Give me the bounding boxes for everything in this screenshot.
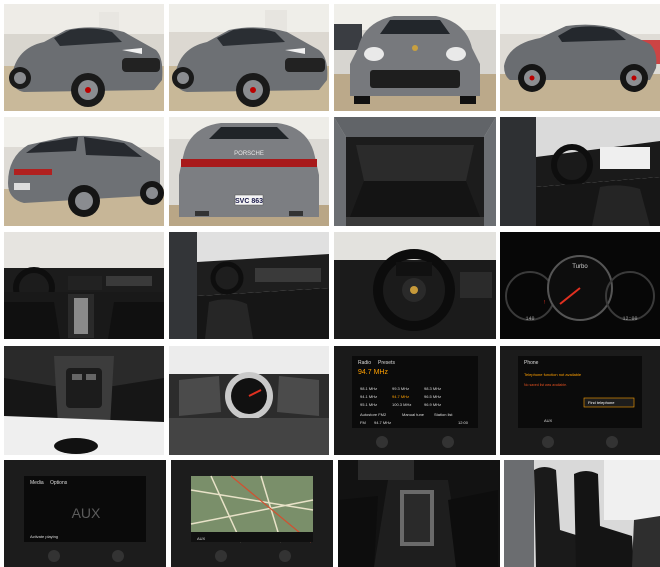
car-photo — [334, 117, 496, 226]
thumbnail-front-view[interactable] — [334, 4, 496, 111]
thumbnail-side-profile[interactable] — [500, 4, 660, 111]
thumbnail-navigation-map[interactable]: AUX — [171, 460, 333, 567]
car-photo: PORSCHE SVC 863 — [169, 117, 329, 226]
thumbnail-cargo-area[interactable] — [334, 117, 496, 226]
car-photo: Turbo 140 12:00 ! — [500, 232, 660, 339]
cluster-time: 12:00 — [622, 316, 637, 322]
presets-tab: Presets — [378, 360, 395, 366]
preset-button: 96.9 MHz — [424, 402, 441, 407]
car-photo — [169, 232, 329, 339]
media-tab: Media — [30, 480, 44, 486]
current-frequency: 94.7 MHz — [358, 369, 388, 376]
aux-source: AUX — [72, 505, 101, 521]
thumbnail-front-left-exterior-2[interactable] — [169, 4, 329, 111]
preset-button: 94.1 MHz — [360, 394, 377, 399]
thumbnail-sport-chrono-clock[interactable] — [169, 346, 329, 455]
thumbnail-media-screen[interactable]: Media Options AUX Activate playing — [4, 460, 166, 567]
phone-body: No saved list was available. — [524, 383, 567, 387]
thumbnail-phone-screen[interactable]: Phone Telephone function not available N… — [500, 346, 660, 455]
thumbnail-dashboard[interactable] — [4, 232, 164, 339]
car-photo: Radio Presets 94.7 MHz 98.1 MHz 99.3 MHz… — [334, 346, 496, 455]
thumbnail-driver-cockpit[interactable] — [500, 117, 660, 226]
car-photo: AUX — [171, 460, 333, 567]
car-photo — [169, 4, 329, 111]
car-photo — [500, 4, 660, 111]
car-photo — [4, 4, 164, 111]
car-photo — [334, 232, 496, 339]
thumbnail-center-console[interactable] — [338, 460, 500, 567]
aux-label: AUX — [544, 418, 553, 423]
clock-time: 12:00 — [458, 420, 469, 425]
license-plate: SVC 863 — [235, 198, 263, 205]
preset-button: 95.1 MHz — [360, 402, 377, 407]
car-photo — [334, 4, 496, 111]
phone-tab: Phone — [524, 360, 539, 366]
preset-button: 98.1 MHz — [360, 386, 377, 391]
turbo-label-icon: Turbo — [572, 264, 588, 270]
autostore-button: Autostore FM2 — [360, 412, 387, 417]
preset-button: 96.5 MHz — [424, 394, 441, 399]
band-label: FM — [360, 420, 366, 425]
preset-button: 100.3 MHz — [392, 402, 411, 407]
car-photo — [500, 117, 660, 226]
cluster-temp: 140 — [525, 316, 534, 322]
rear-badge: PORSCHE — [234, 151, 264, 157]
thumbnail-front-left-exterior[interactable] — [4, 4, 164, 111]
manual-tune-button: Manual tune — [402, 412, 425, 417]
radio-tab: Radio — [358, 360, 371, 366]
thumbnail-steering-wheel[interactable] — [334, 232, 496, 339]
thumbnail-overhead-console[interactable] — [4, 346, 164, 455]
station-list-button: Station list — [434, 412, 453, 417]
car-photo — [4, 346, 164, 455]
preset-button: 94.7 MHz — [392, 394, 409, 399]
car-photo — [4, 232, 164, 339]
find-telephone-label: Find telephone — [588, 400, 615, 405]
car-photo — [504, 460, 660, 567]
car-photo: Media Options AUX Activate playing — [4, 460, 166, 567]
thumbnail-passenger-view[interactable] — [169, 232, 329, 339]
preset-button: 99.3 MHz — [392, 386, 409, 391]
phone-headline: Telephone function not available — [524, 372, 582, 377]
status-frequency: 94.7 MHz — [374, 420, 391, 425]
thumbnail-instrument-cluster[interactable]: Turbo 140 12:00 ! — [500, 232, 660, 339]
activate-playing: Activate playing — [30, 534, 58, 539]
photo-gallery-grid: PORSCHE SVC 863 Turbo 140 12:00 ! Radio … — [0, 0, 660, 567]
thumbnail-front-seats[interactable] — [504, 460, 660, 567]
thumbnail-rear-left-exterior[interactable] — [4, 117, 164, 226]
car-photo — [169, 346, 329, 455]
thumbnail-rear-view[interactable]: PORSCHE SVC 863 — [169, 117, 329, 226]
thumbnail-radio-screen[interactable]: Radio Presets 94.7 MHz 98.1 MHz 99.3 MHz… — [334, 346, 496, 455]
car-photo: Phone Telephone function not available N… — [500, 346, 660, 455]
options-tab: Options — [50, 480, 68, 486]
warning-icon: ! — [544, 300, 545, 306]
car-photo — [4, 117, 164, 226]
car-photo — [338, 460, 500, 567]
map-aux-label: AUX — [197, 536, 206, 541]
preset-button: 98.3 MHz — [424, 386, 441, 391]
